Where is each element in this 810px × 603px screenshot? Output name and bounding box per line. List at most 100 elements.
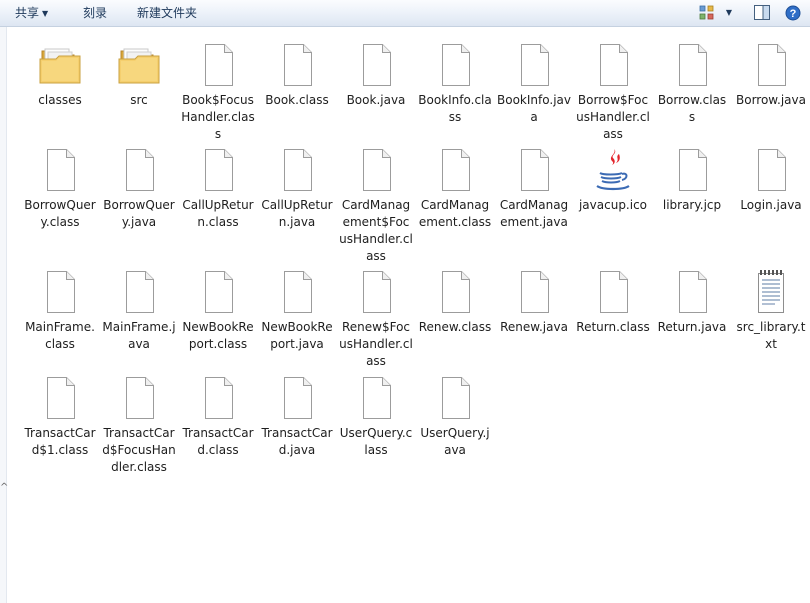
file-item[interactable]: Return.class xyxy=(574,268,652,336)
file-item[interactable]: Borrow$FocusHandler.class xyxy=(574,41,652,143)
file-name: CardManagement.class xyxy=(418,198,492,229)
file-name: NewBookReport.java xyxy=(261,320,333,351)
file-item[interactable]: BorrowQuery.java xyxy=(100,146,178,231)
file-item[interactable]: Return.java xyxy=(653,268,731,336)
new-folder-button[interactable]: 新建文件夹 xyxy=(137,5,197,21)
file-item[interactable]: BookInfo.java xyxy=(495,41,573,126)
file-item[interactable]: NewBookReport.java xyxy=(258,268,336,353)
file-name: src xyxy=(130,93,148,107)
file-item[interactable]: CallUpReturn.class xyxy=(179,146,257,231)
file-item[interactable]: classes xyxy=(21,41,99,109)
file-name: Borrow$FocusHandler.class xyxy=(576,93,650,141)
share-dropdown-icon: ▼ xyxy=(42,9,49,18)
preview-pane-icon[interactable] xyxy=(752,3,772,22)
file-name: Login.java xyxy=(740,198,802,212)
file-item[interactable]: Book.java xyxy=(337,41,415,109)
file-name: TransactCard.java xyxy=(261,426,333,457)
document-icon xyxy=(510,268,558,316)
file-item[interactable]: library.jcp xyxy=(653,146,731,214)
file-name: src_library.txt xyxy=(736,320,806,351)
file-item[interactable]: Renew$FocusHandler.class xyxy=(337,268,415,370)
file-item[interactable]: javacup.ico xyxy=(574,146,652,214)
document-icon xyxy=(668,41,716,89)
file-name: Book$FocusHandler.class xyxy=(181,93,255,141)
document-icon xyxy=(115,268,163,316)
file-item[interactable]: Renew.class xyxy=(416,268,494,336)
document-icon xyxy=(431,374,479,422)
file-item[interactable]: src xyxy=(100,41,178,109)
svg-text:?: ? xyxy=(790,8,797,20)
file-name: Borrow.class xyxy=(657,93,727,124)
file-item[interactable]: BorrowQuery.class xyxy=(21,146,99,231)
burn-button[interactable]: 刻录 xyxy=(83,5,107,21)
file-name: TransactCard$FocusHandler.class xyxy=(102,426,176,474)
document-icon xyxy=(747,41,795,89)
file-item[interactable]: src_library.txt xyxy=(732,268,810,353)
navigation-pane-edge[interactable]: ^ xyxy=(0,27,8,603)
file-name: classes xyxy=(38,93,82,107)
document-icon xyxy=(589,41,637,89)
file-name: BorrowQuery.class xyxy=(24,198,96,229)
document-icon xyxy=(194,41,242,89)
view-options-button[interactable]: ▼ xyxy=(719,3,739,22)
document-icon xyxy=(510,146,558,194)
document-icon xyxy=(510,41,558,89)
help-icon[interactable]: ? xyxy=(783,3,803,22)
file-name: Book.java xyxy=(346,93,406,107)
file-item[interactable]: CardManagement.java xyxy=(495,146,573,231)
file-item[interactable]: MainFrame.java xyxy=(100,268,178,353)
document-icon xyxy=(747,146,795,194)
file-name: CallUpReturn.class xyxy=(182,198,254,229)
document-icon xyxy=(352,374,400,422)
file-name: Return.java xyxy=(657,320,727,334)
file-name: CardManagement.java xyxy=(499,198,569,229)
document-icon xyxy=(273,41,321,89)
file-item[interactable]: CardManagement.class xyxy=(416,146,494,231)
file-item[interactable]: TransactCard$1.class xyxy=(21,374,99,459)
document-icon xyxy=(115,374,163,422)
file-item[interactable]: NewBookReport.class xyxy=(179,268,257,353)
document-icon xyxy=(36,146,84,194)
file-item[interactable]: BookInfo.class xyxy=(416,41,494,126)
java-cup-icon xyxy=(589,146,637,194)
share-label: 共享 xyxy=(15,6,40,20)
file-name: TransactCard.class xyxy=(182,426,254,457)
document-icon xyxy=(589,268,637,316)
file-item[interactable]: CardManagement$FocusHandler.class xyxy=(337,146,415,265)
file-item[interactable]: Renew.java xyxy=(495,268,573,336)
document-icon xyxy=(273,374,321,422)
file-item[interactable]: Login.java xyxy=(732,146,810,214)
document-icon xyxy=(431,268,479,316)
document-icon xyxy=(115,146,163,194)
file-list: classes src Book$FocusHandler.class Book… xyxy=(7,27,810,603)
file-item[interactable]: UserQuery.class xyxy=(337,374,415,459)
file-item[interactable]: Book$FocusHandler.class xyxy=(179,41,257,143)
burn-label: 刻录 xyxy=(83,6,108,20)
document-icon xyxy=(273,146,321,194)
document-icon xyxy=(431,41,479,89)
file-item[interactable]: Borrow.class xyxy=(653,41,731,126)
file-name: javacup.ico xyxy=(578,198,648,212)
file-item[interactable]: Borrow.java xyxy=(732,41,810,109)
document-icon xyxy=(668,268,716,316)
document-icon xyxy=(352,146,400,194)
file-item[interactable]: Book.class xyxy=(258,41,336,109)
document-icon xyxy=(273,268,321,316)
file-name: UserQuery.java xyxy=(420,426,490,457)
folder-icon xyxy=(36,41,84,89)
document-icon xyxy=(36,374,84,422)
text-file-icon xyxy=(747,268,795,316)
file-name: MainFrame.java xyxy=(102,320,176,351)
file-item[interactable]: TransactCard$FocusHandler.class xyxy=(100,374,178,476)
file-name: BookInfo.class xyxy=(418,93,492,124)
file-name: Borrow.java xyxy=(736,93,806,107)
change-view-icon[interactable] xyxy=(697,3,717,22)
document-icon xyxy=(194,146,242,194)
file-item[interactable]: TransactCard.class xyxy=(179,374,257,459)
share-button[interactable]: 共享 ▼ xyxy=(15,5,48,21)
file-item[interactable]: TransactCard.java xyxy=(258,374,336,459)
file-item[interactable]: UserQuery.java xyxy=(416,374,494,459)
file-name: UserQuery.class xyxy=(339,426,413,457)
file-item[interactable]: CallUpReturn.java xyxy=(258,146,336,231)
file-item[interactable]: MainFrame.class xyxy=(21,268,99,353)
